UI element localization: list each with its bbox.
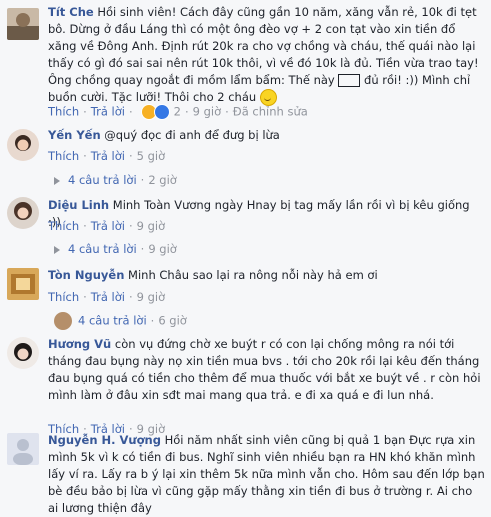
reply-arrow-icon xyxy=(54,176,60,185)
comment-author[interactable]: Hương Vũ xyxy=(48,337,111,351)
comment-time[interactable]: 9 giờ xyxy=(137,290,166,304)
avatar[interactable] xyxy=(7,8,39,40)
comment-body: Hương Vũ còn vụ đứng chờ xe buýt r có co… xyxy=(48,336,485,404)
comment-actions: Thích · Trả lời · 2 · 9 giờ · Đã chỉnh sửa xyxy=(48,104,308,120)
comment-author[interactable]: Nguyễn H. Vượng xyxy=(48,433,161,447)
comment-author[interactable]: Tít Che xyxy=(48,5,94,19)
comment-actions: Thích · Trả lời · 9 giờ xyxy=(48,290,166,304)
comment-text: còn vụ đứng chờ xe buýt r có con lại chố… xyxy=(48,337,481,402)
reply-arrow-icon xyxy=(54,245,60,254)
reply-button[interactable]: Trả lời xyxy=(91,149,125,163)
like-button[interactable]: Thích xyxy=(48,219,79,233)
reply-avatar xyxy=(54,312,72,330)
reply-button[interactable]: Trả lời xyxy=(91,105,125,119)
comment-time[interactable]: 9 giờ xyxy=(193,105,222,119)
comment-time[interactable]: 5 giờ xyxy=(137,149,166,163)
reply-button[interactable]: Trả lời xyxy=(91,219,125,233)
comment-body: Tít Che Hồi sinh viên! Cách đây cũng gần… xyxy=(48,4,485,106)
comment-text: @quý đọc đi anh để đưg bị lừa xyxy=(104,128,280,142)
replies-count[interactable]: 4 câu trả lời xyxy=(78,314,147,328)
replies-link[interactable]: 4 câu trả lời · 6 giờ xyxy=(54,312,187,330)
comment-body: Nguyễn H. Vượng Hồi năm nhất sinh viên c… xyxy=(48,432,485,517)
replies-link[interactable]: 4 câu trả lời · 9 giờ xyxy=(54,242,177,256)
replies-count[interactable]: 4 câu trả lời xyxy=(68,173,137,187)
replies-time: 2 giờ xyxy=(148,173,177,187)
avatar[interactable] xyxy=(7,129,39,161)
comment-actions: Thích · Trả lời · 5 giờ xyxy=(48,149,166,163)
replies-count[interactable]: 4 câu trả lời xyxy=(68,242,137,256)
comment-author[interactable]: Diệu Linh xyxy=(48,198,109,212)
reaction-icons[interactable] xyxy=(140,104,170,120)
comment-text: Minh Châu sao lại ra nông nỗi này hả em … xyxy=(128,268,378,282)
replies-time: 6 giờ xyxy=(158,313,187,328)
comment-thread: Tít Che Hồi sinh viên! Cách đây cũng gần… xyxy=(0,0,491,517)
avatar[interactable] xyxy=(7,337,39,369)
comment-actions: Thích · Trả lời · 9 giờ xyxy=(48,219,166,233)
like-icon xyxy=(153,104,170,120)
avatar[interactable] xyxy=(7,433,39,465)
like-button[interactable]: Thích xyxy=(48,290,79,304)
replies-link[interactable]: 4 câu trả lời · 2 giờ xyxy=(54,173,177,187)
reaction-count[interactable]: 2 xyxy=(174,105,181,119)
avatar[interactable] xyxy=(7,197,39,229)
comment-time[interactable]: 9 giờ xyxy=(137,219,166,233)
reply-button[interactable]: Trả lời xyxy=(91,290,125,304)
like-button[interactable]: Thích xyxy=(48,149,79,163)
comment-body: Yến Yến @quý đọc đi anh để đưg bị lừa xyxy=(48,127,485,144)
avatar[interactable] xyxy=(7,268,39,300)
comment-body: Tòn Nguyễn Minh Châu sao lại ra nông nỗi… xyxy=(48,267,485,284)
replies-time: 9 giờ xyxy=(148,242,177,256)
comment-author[interactable]: Tòn Nguyễn xyxy=(48,268,124,282)
censor-box xyxy=(338,74,361,87)
like-button[interactable]: Thích xyxy=(48,105,79,119)
edited-label[interactable]: Đã chỉnh sửa xyxy=(233,105,308,119)
comment-author[interactable]: Yến Yến xyxy=(48,128,101,142)
